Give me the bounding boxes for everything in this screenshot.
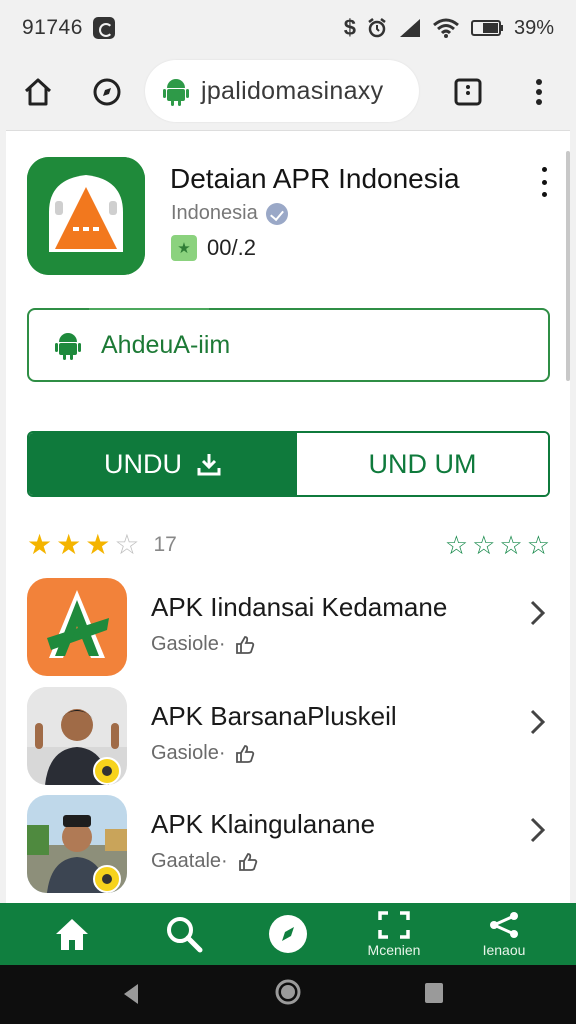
rate-stars[interactable]: ☆ ☆ ☆ ☆ [445, 530, 550, 561]
more-vert-icon [536, 79, 542, 105]
wifi-icon [433, 18, 459, 38]
list-thumb [27, 578, 127, 676]
browser-toolbar: jpalidomasinaxy [0, 56, 576, 130]
tab-download-label: UNDU [104, 448, 182, 479]
app-logo-icon [27, 157, 145, 275]
app-menu-button[interactable] [534, 167, 554, 197]
nav-search[interactable] [144, 903, 224, 965]
list-item-subtitle: Gaatale· [151, 850, 228, 872]
notification-icon [92, 17, 115, 39]
star-outline-icon[interactable]: ☆ [499, 530, 522, 561]
search-icon [167, 917, 203, 953]
list-item[interactable]: APK BarsanaPluskeil Gasiole· [27, 687, 557, 787]
url-text: jpalidomasinaxy [201, 76, 384, 105]
person-photo-icon [27, 795, 127, 893]
list-item-subtitle-row: Gasiole· [151, 633, 255, 656]
list-item-subtitle-row: Gaatale· [151, 850, 258, 873]
status-right: $ 39% [344, 15, 554, 41]
back-icon[interactable] [120, 981, 142, 1007]
thumbs-up-icon [236, 635, 255, 654]
list-item[interactable]: APK Iindansai Kedamane Gasiole· [27, 578, 557, 678]
verified-icon [265, 202, 288, 225]
app-icon [27, 157, 145, 275]
star-empty-icon: ☆ [114, 529, 140, 560]
app-rating-row: ★ 00/.2 [171, 235, 256, 261]
list-item-title: APK Iindansai Kedamane [151, 592, 448, 622]
developer-name: Indonesia [171, 202, 258, 224]
tab-secondary-label: UND UM [368, 448, 477, 479]
app-rating-text: 00/.2 [207, 235, 256, 260]
android-icon [55, 333, 81, 360]
nav-share[interactable]: Ienaou [464, 903, 544, 965]
star-rating: ★ ★ ★ ☆ [27, 531, 139, 559]
system-navigation-bar [0, 965, 576, 1024]
home-icon [24, 78, 52, 106]
list-item[interactable]: APK Klaingulanane Gaatale· [27, 795, 557, 895]
star-outline-icon[interactable]: ☆ [445, 530, 468, 561]
compass-icon [93, 78, 121, 106]
recents-icon[interactable] [423, 981, 445, 1005]
home-icon [56, 919, 88, 950]
nav-explore[interactable] [248, 903, 328, 965]
app-title: Detaian APR Indonesia [170, 163, 460, 194]
android-icon [163, 79, 189, 106]
home-button[interactable] [16, 70, 60, 114]
alarm-icon [368, 18, 386, 38]
share-icon [490, 912, 518, 938]
download-icon [197, 454, 221, 476]
nav-home[interactable] [32, 903, 112, 965]
list-item-subtitle: Gasiole· [151, 633, 226, 655]
address-bar[interactable]: jpalidomasinaxy [145, 60, 419, 122]
package-field[interactable]: AhdeuA-iim [27, 308, 550, 382]
person-photo-icon [27, 687, 127, 785]
tab-switcher-button[interactable] [446, 70, 490, 114]
rating-badge-icon: ★ [171, 235, 197, 261]
tab-download[interactable]: UNDU [29, 433, 297, 495]
chevron-right-icon [530, 709, 546, 735]
app-developer[interactable]: Indonesia [171, 202, 288, 225]
explore-icon [269, 915, 307, 953]
rating-row: ★ ★ ★ ☆ 17 ☆ ☆ ☆ ☆ [27, 529, 550, 561]
nav-share-label: Ienaou [482, 942, 526, 958]
star-icon: ★ [85, 529, 111, 560]
list-item-title: APK BarsanaPluskeil [151, 701, 397, 731]
status-time: 91746 [22, 16, 83, 39]
thumbs-up-icon [238, 852, 257, 871]
scan-icon [378, 911, 410, 939]
list-thumb [27, 687, 127, 785]
nav-scan[interactable]: Mcenien [354, 903, 434, 965]
list-item-title: APK Klaingulanane [151, 809, 376, 839]
review-count: 17 [153, 533, 177, 556]
nav-scan-label: Mcenien [367, 942, 421, 958]
list-item-subtitle: Gasiole· [151, 742, 226, 764]
signal-icon [399, 19, 420, 37]
download-tabs: UNDU UND UM [27, 431, 550, 497]
compass-button[interactable] [85, 70, 129, 114]
status-bar: 91746 $ 39% [0, 0, 576, 56]
app-thumb-icon [27, 578, 127, 676]
chevron-right-icon [530, 600, 546, 626]
thumbs-up-icon [236, 744, 255, 763]
list-thumb [27, 795, 127, 893]
browser-menu-button[interactable] [517, 70, 561, 114]
tab-secondary[interactable]: UND UM [297, 433, 548, 495]
star-outline-icon[interactable]: ☆ [527, 530, 550, 561]
chevron-right-icon [530, 817, 546, 843]
package-label: AhdeuA-iim [101, 330, 231, 359]
dollar-icon: $ [343, 15, 356, 40]
list-item-subtitle-row: Gasiole· [151, 742, 255, 765]
home-circle-icon[interactable] [274, 978, 302, 1006]
star-outline-icon[interactable]: ☆ [472, 530, 495, 561]
scrollbar[interactable] [566, 151, 570, 381]
battery-percent: 39% [513, 16, 554, 39]
bottom-navigation: Mcenien Ienaou [0, 903, 576, 965]
star-icon: ★ [27, 529, 53, 560]
battery-icon [470, 20, 503, 36]
app-detail-page: Detaian APR Indonesia Indonesia ★ 00/.2 … [6, 130, 570, 904]
tab-switcher-icon [454, 78, 482, 106]
star-icon: ★ [56, 529, 82, 560]
